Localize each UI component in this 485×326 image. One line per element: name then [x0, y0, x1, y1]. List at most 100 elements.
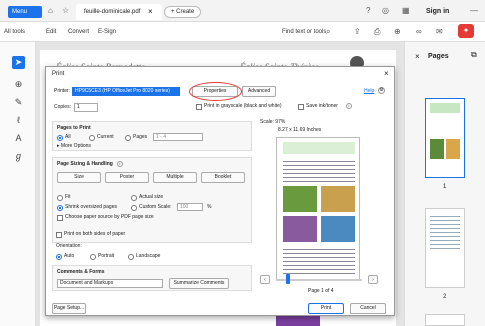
- print-button[interactable]: Print: [308, 303, 344, 314]
- panel-close-icon[interactable]: ×: [415, 52, 420, 61]
- sizing-info-icon[interactable]: i: [117, 161, 123, 167]
- page-range-radio[interactable]: [125, 135, 131, 141]
- poster-button[interactable]: Poster: [105, 172, 149, 183]
- preview-image: [283, 216, 317, 242]
- printer-select[interactable]: HP9C5CE3 (HP OfficeJet Pro 8020 series): [72, 87, 180, 96]
- printer-label: Printer:: [54, 88, 71, 94]
- page-thumbnail[interactable]: [425, 314, 465, 326]
- highlight-circle: [189, 82, 242, 101]
- menu-edit[interactable]: Edit: [46, 28, 56, 36]
- help-link[interactable]: Help: [364, 88, 374, 95]
- preview-image: [283, 186, 317, 212]
- comments-select[interactable]: Document and Markups: [57, 279, 163, 288]
- more-options-toggle[interactable]: ▸ More Options: [57, 143, 91, 150]
- help-icon[interactable]: ?: [366, 5, 370, 17]
- thumb-table: [430, 213, 460, 249]
- page-range-input[interactable]: 1 - 4: [153, 133, 203, 141]
- thumb-image: [446, 139, 460, 159]
- copies-input[interactable]: 1: [74, 103, 98, 112]
- settings-icon[interactable]: ⚙: [378, 87, 385, 94]
- custom-scale-input[interactable]: 100: [177, 203, 203, 211]
- save-ink-checkbox[interactable]: [298, 104, 304, 110]
- zoom-icon[interactable]: ⊕: [394, 26, 401, 38]
- signature-tool-icon[interactable]: ℊ: [12, 150, 25, 163]
- custom-scale-label: Custom Scale:: [139, 204, 172, 210]
- paper-size-label: 8.27 x 11.69 Inches: [278, 127, 322, 133]
- booklet-button[interactable]: Booklet: [201, 172, 245, 183]
- page-thumbnail[interactable]: [425, 98, 465, 178]
- select-tool-icon[interactable]: ➤: [12, 56, 25, 69]
- fit-radio[interactable]: [57, 195, 63, 201]
- title-bar: Menu ⌂ ☆ feuille-dominicale.pdf × + Crea…: [0, 0, 485, 22]
- menu-button[interactable]: Menu: [8, 6, 42, 18]
- menu-all-tools[interactable]: All tools: [4, 28, 25, 36]
- pen-tool-icon[interactable]: ✎: [12, 96, 25, 109]
- summarize-comments-button[interactable]: Summarize Comments: [169, 278, 229, 289]
- page-thumbnail[interactable]: [425, 208, 465, 288]
- more-options-label: More Options: [60, 143, 91, 149]
- shrink-radio[interactable]: [57, 205, 63, 211]
- preview-image: [321, 186, 355, 212]
- share-icon[interactable]: ⇪: [354, 26, 361, 38]
- prev-page-button[interactable]: ‹: [260, 275, 270, 284]
- portrait-radio[interactable]: [90, 254, 96, 260]
- mail-icon[interactable]: ✉: [436, 26, 443, 38]
- current-label: Current: [97, 134, 114, 140]
- menu-convert[interactable]: Convert: [68, 28, 89, 36]
- menu-esign[interactable]: E-Sign: [98, 28, 116, 36]
- preview-text: [283, 158, 355, 182]
- notifications-icon[interactable]: ◎: [382, 5, 389, 17]
- apps-icon[interactable]: ▦: [402, 5, 410, 17]
- tab-close-icon[interactable]: ×: [148, 4, 153, 20]
- fit-label: Fit: [65, 194, 71, 200]
- dialog-close-icon[interactable]: ×: [384, 69, 389, 78]
- comments-forms-heading: Comments & Forms: [57, 269, 105, 275]
- cancel-button[interactable]: Cancel: [350, 303, 386, 314]
- paper-source-checkbox[interactable]: [57, 215, 63, 221]
- text-tool-icon[interactable]: A: [12, 132, 25, 145]
- current-page-radio[interactable]: [89, 135, 95, 141]
- preview-text: [283, 246, 355, 274]
- page-slider-handle[interactable]: [286, 274, 290, 284]
- pages-panel-title: Pages: [428, 53, 449, 60]
- save-ink-label: Save ink/toner: [306, 103, 338, 109]
- sign-in-button[interactable]: Sign in: [426, 6, 449, 18]
- next-page-button[interactable]: ›: [368, 275, 378, 284]
- link-icon[interactable]: ∞: [416, 26, 422, 38]
- custom-scale-radio[interactable]: [131, 205, 137, 211]
- all-pages-radio[interactable]: [57, 135, 63, 141]
- grayscale-label: Print in grayscale (black and white): [204, 103, 282, 109]
- comments-forms-panel: Comments & Forms Document and Markups Su…: [52, 265, 252, 291]
- find-text-tools[interactable]: Find text or tools: [282, 28, 326, 36]
- actual-size-radio[interactable]: [131, 195, 137, 201]
- grayscale-checkbox[interactable]: [196, 104, 202, 110]
- left-toolbar: ➤ ⊕ ✎ ℓ A ℊ: [0, 42, 36, 326]
- create-button[interactable]: + Create: [164, 6, 202, 18]
- star-icon[interactable]: ☆: [62, 5, 69, 17]
- preview-header: [283, 142, 355, 154]
- thumb-image: [430, 139, 444, 159]
- home-icon[interactable]: ⌂: [48, 5, 53, 17]
- multiple-button[interactable]: Multiple: [153, 172, 197, 183]
- print-icon[interactable]: ⎙: [374, 26, 380, 38]
- print-preview: [276, 137, 360, 280]
- auto-radio[interactable]: [56, 254, 62, 260]
- advanced-button[interactable]: Advanced: [242, 86, 276, 97]
- shrink-label: Shrink oversized pages: [65, 204, 117, 210]
- both-sides-checkbox[interactable]: [56, 232, 62, 238]
- page-setup-button[interactable]: Page Setup...: [52, 303, 86, 314]
- zoom-tool-icon[interactable]: ⊕: [12, 78, 25, 91]
- minimize-icon[interactable]: —: [470, 5, 478, 17]
- menu-bar: All tools Edit Convert E-Sign Find text …: [0, 22, 485, 42]
- page-options-icon[interactable]: ⧉: [471, 50, 477, 60]
- both-sides-label: Print on both sides of paper: [64, 231, 126, 237]
- lasso-tool-icon[interactable]: ℓ: [12, 114, 25, 127]
- info-icon[interactable]: i: [346, 103, 352, 109]
- pages-panel: × ⧉ 1 2: [404, 42, 485, 326]
- landscape-radio[interactable]: [128, 254, 134, 260]
- copies-label: Copies:: [54, 104, 71, 110]
- page-sizing-heading: Page Sizing & Handling: [57, 161, 113, 167]
- acrobat-ai-icon[interactable]: ✦: [458, 24, 474, 38]
- size-button[interactable]: Size: [57, 172, 101, 183]
- search-icon[interactable]: ⌕: [326, 26, 330, 38]
